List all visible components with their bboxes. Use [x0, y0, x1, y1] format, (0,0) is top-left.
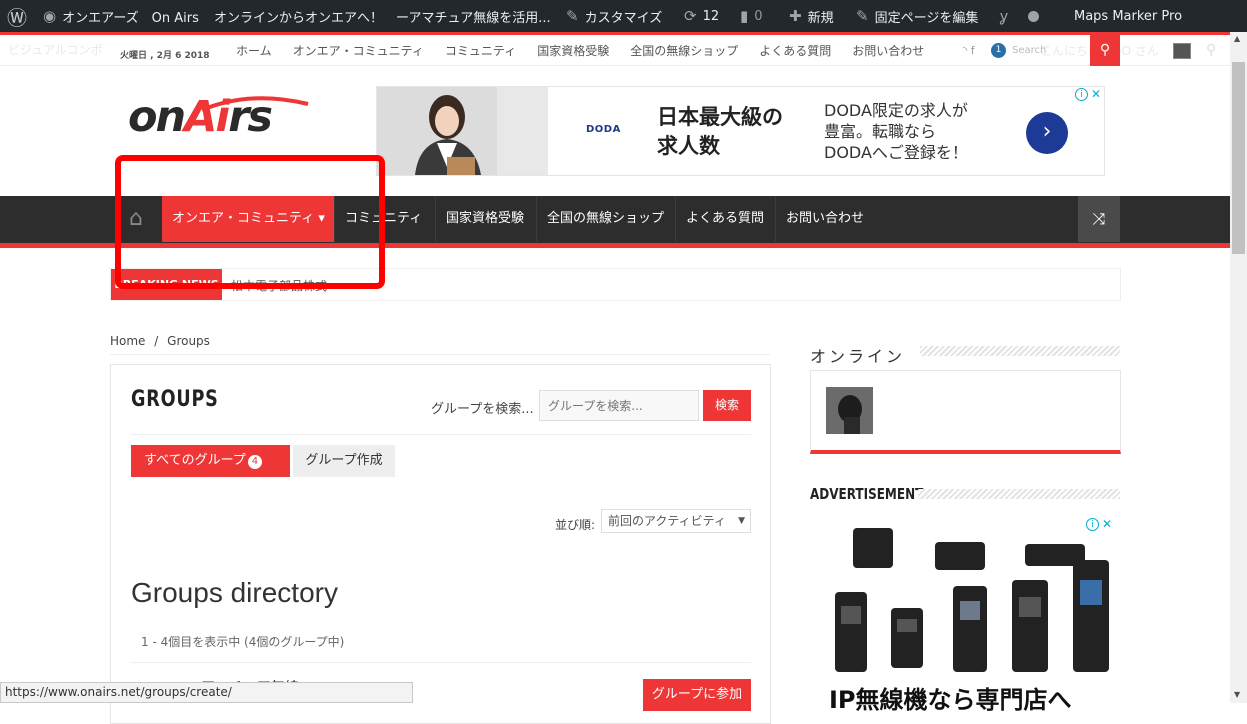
- online-widget-title: オンライン: [810, 347, 906, 366]
- pencil-icon: ✎: [856, 7, 869, 25]
- scrollbar[interactable]: ▲ ▼: [1230, 32, 1247, 703]
- shuffle-icon[interactable]: ⤨: [1078, 196, 1120, 242]
- nav-item-contact[interactable]: お問い合わせ: [776, 196, 876, 242]
- sidebar-ad[interactable]: i ✕ IP無線機なら専門店へ: [815, 516, 1115, 716]
- nav-item-shops[interactable]: 全国の無線ショップ: [537, 196, 676, 242]
- radio-product-image: [953, 586, 987, 672]
- divider: [131, 434, 751, 435]
- admin-tagline[interactable]: オンラインからオンエアへ！ ーアマチュア無線を活用...: [214, 0, 551, 32]
- top-nav-item[interactable]: ホーム: [236, 42, 272, 59]
- search-icon[interactable]: ⚲: [1090, 35, 1120, 66]
- top-nav-item[interactable]: オンエア・コミュニティ: [293, 42, 424, 59]
- radio-product-image: [1012, 580, 1048, 672]
- tab-create-group[interactable]: グループ作成: [293, 445, 395, 477]
- radio-product-image: [835, 592, 867, 672]
- title-stripe: [918, 489, 1120, 499]
- top-nav-item[interactable]: よくある質問: [759, 42, 831, 59]
- top-nav: ホーム オンエア・コミュニティ コミュニティ 国家資格受験 全国の無線ショップ …: [236, 42, 945, 59]
- divider: [131, 662, 751, 663]
- radio-product-image: [935, 542, 985, 570]
- radio-product-image: [1073, 560, 1109, 672]
- title-stripe: [920, 346, 1120, 356]
- breadcrumb-home[interactable]: Home: [110, 334, 145, 348]
- scroll-up-icon[interactable]: ▲: [1234, 34, 1240, 43]
- ad-photo: [377, 87, 548, 175]
- ad-info-icon[interactable]: i: [1075, 88, 1088, 101]
- wordpress-logo-icon[interactable]: Ⓦ: [7, 0, 27, 32]
- ad-subtext: DODA限定の求人が 豊富。転職なら DODAへご登録を！: [824, 101, 968, 162]
- banner-ad[interactable]: DODA 日本最大級の 求人数 DODA限定の求人が 豊富。転職なら DODAへご登録…: [376, 86, 1105, 176]
- brush-icon: ✎: [566, 7, 579, 25]
- plus-icon: ✚: [789, 7, 802, 25]
- ghost-text: ビジュアルコンポ: [8, 43, 103, 57]
- group-count-badge: 4: [247, 455, 263, 469]
- tab-all-groups[interactable]: すべてのグループ 4: [131, 445, 290, 477]
- groups-card: GROUPS グループを検索... 検索 すべてのグループ4 グループ作成 並び…: [110, 364, 771, 724]
- breadcrumb: Home / Groups: [110, 334, 210, 348]
- admin-site-name[interactable]: ◉ オンエアーズ On Airs: [43, 0, 199, 32]
- yoast-icon[interactable]: ỿ: [1000, 0, 1008, 32]
- highlight-box: [115, 155, 385, 289]
- ad-headline: 日本最大級の 求人数: [657, 105, 783, 158]
- ad-arrow-icon[interactable]: ›: [1026, 112, 1068, 154]
- notification-badge[interactable]: 1: [991, 43, 1006, 58]
- status-bar-url: https://www.onairs.net/groups/create/: [0, 682, 413, 703]
- top-nav-item[interactable]: コミュニティ: [445, 42, 516, 59]
- admin-bar: Ⓦ ◉ オンエアーズ On Airs オンラインからオンエアへ！ ーアマチュア無線…: [0, 0, 1247, 32]
- updates-icon: ⟳: [684, 7, 697, 25]
- directory-title: Groups directory: [131, 577, 338, 608]
- online-widget: [810, 370, 1121, 454]
- ad-info-icon[interactable]: i: [1086, 518, 1099, 531]
- top-nav-item[interactable]: 国家資格受験: [537, 42, 609, 59]
- ad-headline: IP無線機なら専門店へ: [829, 686, 1072, 714]
- top-nav-item[interactable]: 全国の無線ショップ: [630, 42, 738, 59]
- admin-new[interactable]: ✚ 新規: [789, 0, 834, 32]
- scrollbar-thumb[interactable]: [1232, 62, 1245, 254]
- ad-close-icon[interactable]: ✕: [1102, 517, 1112, 531]
- group-search-button[interactable]: 検索: [703, 390, 751, 421]
- status-dot-icon: [1028, 0, 1039, 32]
- pagination-count: 1 - 4個目を表示中 (4個のグループ中): [141, 635, 345, 649]
- group-search-input[interactable]: [539, 390, 699, 421]
- group-search-label: グループを検索...: [431, 402, 534, 417]
- top-nav-item[interactable]: お問い合わせ: [852, 42, 924, 59]
- ad-widget-title: ADVERTISEMENT: [810, 485, 924, 503]
- sort-label: 並び順:: [555, 518, 596, 532]
- scroll-down-icon[interactable]: ▼: [1234, 690, 1240, 699]
- dashboard-icon: ◉: [43, 7, 57, 25]
- breadcrumb-separator: /: [154, 334, 159, 348]
- divider: [110, 354, 770, 355]
- avatar[interactable]: [826, 387, 873, 434]
- nav-item-faq[interactable]: よくある質問: [676, 196, 776, 242]
- nav-item-exam[interactable]: 国家資格受験: [436, 196, 537, 242]
- admin-customize[interactable]: ✎ カスタマイズ: [566, 0, 662, 32]
- ad-close-icon[interactable]: ✕: [1091, 87, 1101, 101]
- ghost-search-icon: ⚲: [1206, 42, 1217, 58]
- rss-icon[interactable]: ◝ f: [963, 44, 975, 57]
- chevron-down-icon: ▼: [738, 516, 745, 526]
- avatar[interactable]: [1173, 43, 1191, 59]
- radio-product-image: [891, 608, 923, 668]
- top-bar: ビジュアルコンポ 火曜日 , 2月 6 2018 ホーム オンエア・コミュニティ…: [0, 32, 1247, 66]
- admin-edit-page[interactable]: ✎ 固定ページを編集: [856, 0, 978, 32]
- admin-maps-marker[interactable]: Maps Marker Pro: [1074, 0, 1182, 32]
- page-title: GROUPS: [131, 387, 219, 412]
- admin-comments[interactable]: ▮ 0: [740, 0, 763, 32]
- join-group-button[interactable]: グループに参加: [643, 679, 751, 711]
- radio-product-image: [853, 528, 893, 568]
- admin-updates[interactable]: ⟳ 12: [684, 0, 719, 32]
- current-date: 火曜日 , 2月 6 2018: [120, 51, 210, 61]
- comment-icon: ▮: [740, 7, 749, 25]
- ad-brand: DODA: [586, 124, 621, 135]
- breadcrumb-current: Groups: [167, 334, 210, 348]
- sort-select[interactable]: 前回のアクティビティ ▼: [601, 509, 751, 533]
